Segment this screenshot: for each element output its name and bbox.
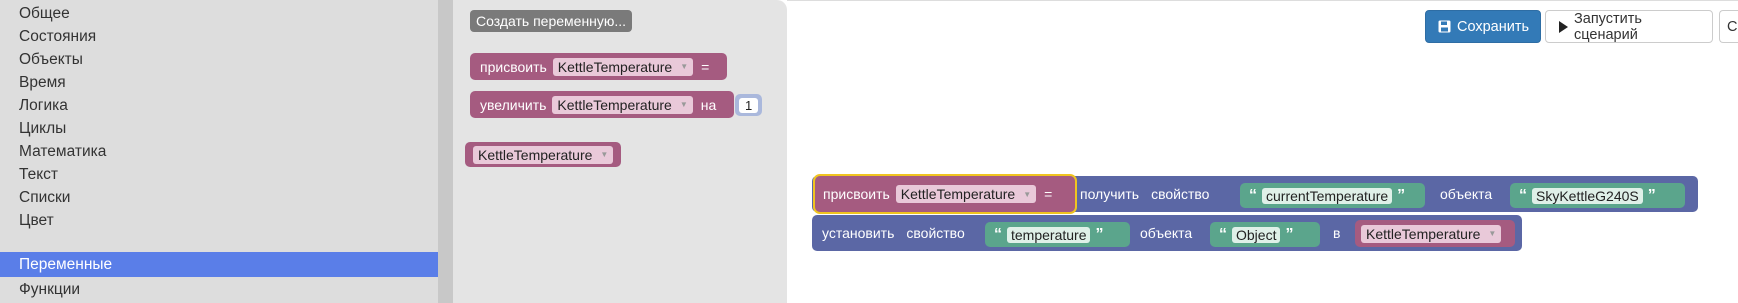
number-field[interactable]: 1 [739,97,759,113]
of-object-label: объекта [1140,225,1193,241]
toolbox-category-logic[interactable]: Логика [0,93,438,118]
save-button[interactable]: Сохранить [1425,10,1541,43]
toolbox-category-time[interactable]: Время [0,70,438,95]
save-label: Сохранить [1457,18,1530,35]
close-quote-icon: ” [1647,186,1656,204]
text-block-object[interactable]: “ Object ” [1210,222,1320,247]
partial-button[interactable]: С [1719,10,1738,43]
text-field[interactable]: temperature [1007,226,1091,243]
text-field[interactable]: currentTemperature [1262,187,1393,204]
equals-label: = [701,58,710,75]
dropdown-arrow-icon: ▼ [1488,229,1497,238]
variable-name: KettleTemperature [557,58,673,75]
variable-name: KettleTemperature [557,96,672,113]
play-icon [1558,20,1568,33]
text-block-temperature[interactable]: “ temperature ” [985,222,1130,247]
close-quote-icon: ” [1285,225,1294,243]
equals-label: = [1044,186,1053,202]
text-field[interactable]: SkyKettleG240S [1532,187,1643,204]
property-label: свойство [906,225,965,241]
of-object-label: объекта [1440,186,1493,202]
text-block-object-name[interactable]: “ SkyKettleG240S ” [1510,183,1685,208]
toolbox-category-math[interactable]: Математика [0,139,438,164]
toolbox-category-color[interactable]: Цвет [0,208,438,233]
open-quote-icon: “ [1519,186,1527,204]
close-quote-icon: ” [1095,225,1104,243]
property-label: свойство [1151,186,1210,202]
toolbox-category-objects[interactable]: Объекты [0,47,438,72]
partial-label: С [1727,18,1738,35]
number-block[interactable]: 1 [735,94,763,116]
toolbox-category-functions[interactable]: Функции [0,277,438,302]
set-label: установить [822,225,895,241]
toolbox-category-lists[interactable]: Списки [0,185,438,210]
variable-name: KettleTemperature [478,146,593,163]
flyout-set-variable-block[interactable]: присвоить KettleTemperature ▼ = [470,53,728,80]
text-block-current-temperature[interactable]: “ currentTemperature ” [1240,183,1425,208]
text-field[interactable]: Object [1232,226,1281,243]
create-variable-button[interactable]: Создать переменную... [470,10,633,32]
run-script-button[interactable]: Запустить сценарий [1545,10,1713,43]
dropdown-arrow-icon: ▼ [600,150,609,159]
workspace-set-variable-block[interactable]: присвоить KettleTemperature ▼ = [813,174,1077,214]
dropdown-arrow-icon: ▼ [680,62,689,71]
open-quote-icon: “ [1219,225,1227,243]
toolbox-category-loops[interactable]: Циклы [0,116,438,141]
open-quote-icon: “ [1249,186,1257,204]
flyout-get-variable-block[interactable]: KettleTemperature ▼ [465,142,622,167]
get-property-content: получить свойство [1080,176,1217,212]
toolbox-category-text[interactable]: Текст [0,162,438,187]
to-label: в [1333,225,1341,241]
dropdown-arrow-icon: ▼ [679,100,688,109]
toolbox-category-general[interactable]: Общее [0,1,438,26]
variable-dropdown[interactable]: KettleTemperature ▼ [552,57,694,76]
workspace-top-border [787,0,1738,1]
variable-dropdown[interactable]: KettleTemperature ▼ [1361,224,1502,243]
by-label: на [700,96,717,113]
get-label: получить [1080,186,1140,202]
dropdown-arrow-icon: ▼ [1023,189,1032,199]
run-label: Запустить сценарий [1574,10,1642,43]
set-label: присвоить [480,58,547,75]
increment-label: увеличить [480,96,547,113]
floppy-disk-icon [1438,20,1451,33]
variable-dropdown[interactable]: KettleTemperature ▼ [473,145,614,164]
toolbox: Общее Состояния Объекты Время Логика Цик… [0,0,438,303]
open-quote-icon: “ [994,225,1002,243]
variable-name: KettleTemperature [900,186,1016,202]
workspace-get-variable-block[interactable]: KettleTemperature ▼ [1355,220,1515,247]
toolbox-category-variables[interactable]: Переменные [0,252,438,277]
set-label: присвоить [823,186,890,202]
flyout-increment-variable-block[interactable]: увеличить KettleTemperature ▼ на [470,91,735,118]
close-quote-icon: ” [1397,186,1406,204]
toolbox-category-states[interactable]: Состояния [0,24,438,49]
toolbox-scrollbar[interactable] [438,0,453,303]
variable-dropdown[interactable]: KettleTemperature ▼ [552,95,693,114]
variable-dropdown[interactable]: KettleTemperature ▼ [895,185,1037,203]
variable-name: KettleTemperature [1366,225,1481,242]
